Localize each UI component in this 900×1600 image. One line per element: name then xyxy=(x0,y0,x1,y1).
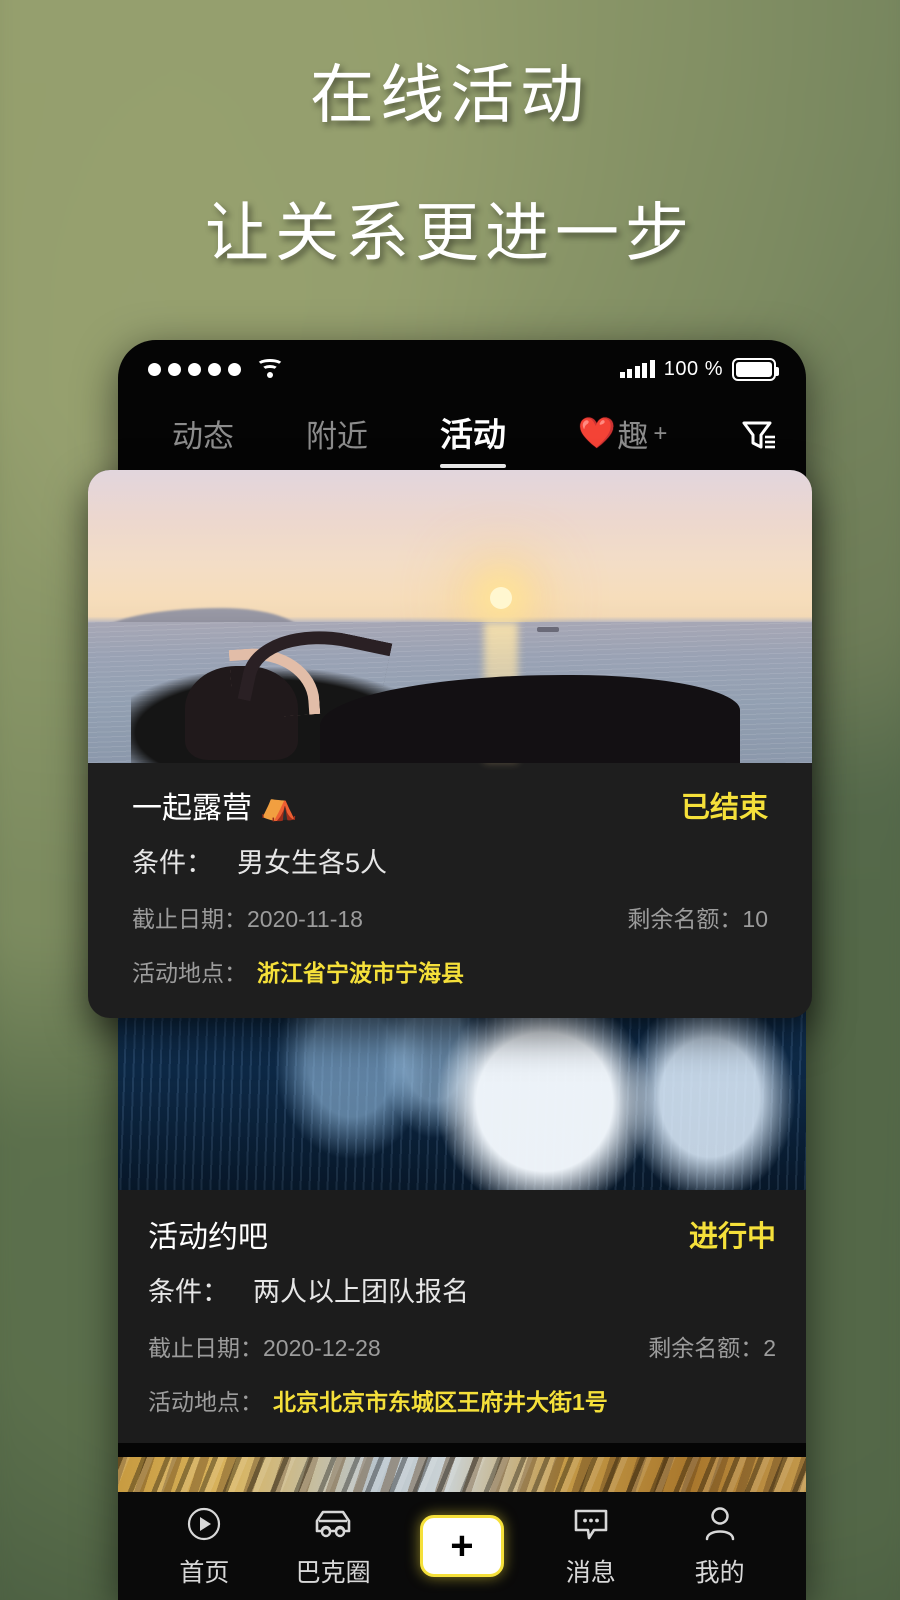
quota-value: 2 xyxy=(763,1335,776,1361)
deadline-label: 截止日期： xyxy=(148,1335,263,1361)
activity-card[interactable]: 活动约吧 进行中 条件： 两人以上团队报名 截止日期：2020-12-28 剩余… xyxy=(118,970,806,1443)
featured-place-row: 活动地点： 浙江省宁波市宁海县 xyxy=(132,954,768,988)
status-badge: 进行中 xyxy=(688,1221,776,1253)
top-tab-bar: 动态 附近 活动 ❤️ 趣 + xyxy=(118,398,806,468)
bottom-navigation-bar: 首页 巴克圈 + 消息 我的 xyxy=(118,1492,806,1600)
wifi-icon xyxy=(256,359,284,379)
featured-condition-label: 条件： xyxy=(132,848,213,878)
tent-icon: ⛺ xyxy=(260,788,298,822)
featured-card-image xyxy=(88,470,812,763)
featured-card-header: 一起露营 ⛺ 已结束 xyxy=(132,783,768,827)
nav-item-home[interactable]: 首页 xyxy=(145,1503,263,1589)
chat-bubble-icon xyxy=(570,1503,612,1545)
place-label: 活动地点： xyxy=(148,1389,263,1415)
deadline-value: 2020-12-28 xyxy=(263,1335,381,1361)
nav-label-profile: 我的 xyxy=(694,1559,745,1587)
nav-item-bakequan[interactable]: 巴克圈 xyxy=(274,1503,392,1589)
status-bar-left xyxy=(148,359,284,379)
place-value: 北京北京市东城区王府井大街1号 xyxy=(273,1389,608,1415)
featured-quota-label: 剩余名额： xyxy=(627,906,743,932)
nav-item-add[interactable]: + xyxy=(403,1515,521,1577)
hero-title-line2: 让关系更进一步 xyxy=(205,197,695,269)
condition-value: 两人以上团队报名 xyxy=(253,1277,469,1307)
activity-card-header: 活动约吧 进行中 xyxy=(148,1212,776,1256)
activity-card-image xyxy=(118,1457,806,1492)
featured-meta-row: 截止日期：2020-11-18 剩余名额：10 xyxy=(132,900,768,934)
nav-item-profile[interactable]: 我的 xyxy=(661,1503,779,1589)
featured-place-value: 浙江省宁波市宁海县 xyxy=(257,960,464,986)
featured-activity-card[interactable]: 一起露营 ⛺ 已结束 条件： 男女生各5人 截止日期：2020-11-18 剩余… xyxy=(88,470,812,1018)
signal-dots-icon xyxy=(148,362,241,376)
featured-status-badge: 已结束 xyxy=(680,792,768,824)
cellular-bars-icon xyxy=(619,360,655,378)
battery-percent-label: 100 % xyxy=(663,357,723,380)
activity-meta-row: 截止日期：2020-12-28 剩余名额：2 xyxy=(148,1329,776,1363)
featured-place-label: 活动地点： xyxy=(132,960,247,986)
featured-deadline-group: 截止日期：2020-11-18 xyxy=(132,900,363,934)
tab-dongtai[interactable]: 动态 xyxy=(172,411,234,468)
nav-label-home: 首页 xyxy=(179,1559,230,1587)
activity-condition-row: 条件： 两人以上团队报名 xyxy=(148,1270,776,1309)
tab-fun-label: 趣 xyxy=(617,419,649,454)
featured-quota-group: 剩余名额：10 xyxy=(627,900,768,934)
deadline-group: 截止日期：2020-12-28 xyxy=(148,1329,381,1363)
filter-funnel-icon[interactable] xyxy=(740,419,778,468)
nav-label-bakequan: 巴克圈 xyxy=(295,1559,371,1587)
activity-title: 活动约吧 xyxy=(148,1221,268,1254)
activity-card-body: 活动约吧 进行中 条件： 两人以上团队报名 截止日期：2020-12-28 剩余… xyxy=(118,1190,806,1443)
person-icon xyxy=(700,1503,740,1545)
nav-label-messages: 消息 xyxy=(565,1559,616,1587)
status-bar-right: 100 % xyxy=(619,357,779,381)
featured-title-text: 一起露营 xyxy=(132,792,252,825)
quota-group: 剩余名额：2 xyxy=(648,1329,776,1363)
quota-label: 剩余名额： xyxy=(648,1335,764,1361)
hero-title-line1: 在线活动 xyxy=(310,59,590,131)
condition-label: 条件： xyxy=(148,1277,229,1307)
tab-fun-plus-sign: + xyxy=(653,419,668,447)
car-icon xyxy=(310,1503,356,1545)
battery-full-icon xyxy=(732,357,779,381)
featured-condition-value: 男女生各5人 xyxy=(237,848,388,878)
status-bar: 100 % xyxy=(118,340,806,398)
plus-icon[interactable]: + xyxy=(419,1515,504,1577)
featured-quota-value: 10 xyxy=(742,906,768,932)
activity-place-row: 活动地点： 北京北京市东城区王府井大街1号 xyxy=(148,1383,776,1417)
featured-deadline-label: 截止日期： xyxy=(132,906,247,932)
featured-deadline-value: 2020-11-18 xyxy=(247,906,363,932)
tab-huodong[interactable]: 活动 xyxy=(440,408,506,468)
tab-fujin[interactable]: 附近 xyxy=(306,411,368,468)
featured-activity-title: 一起露营 ⛺ xyxy=(132,783,297,827)
tab-fun-plus[interactable]: ❤️ 趣 + xyxy=(578,411,667,468)
heart-icon: ❤️ xyxy=(578,417,616,450)
activity-card[interactable] xyxy=(118,1457,806,1492)
featured-card-body: 一起露营 ⛺ 已结束 条件： 男女生各5人 截止日期：2020-11-18 剩余… xyxy=(88,763,812,1018)
nav-item-messages[interactable]: 消息 xyxy=(532,1503,650,1589)
play-circle-icon xyxy=(184,1503,224,1545)
featured-condition-row: 条件： 男女生各5人 xyxy=(132,841,768,880)
